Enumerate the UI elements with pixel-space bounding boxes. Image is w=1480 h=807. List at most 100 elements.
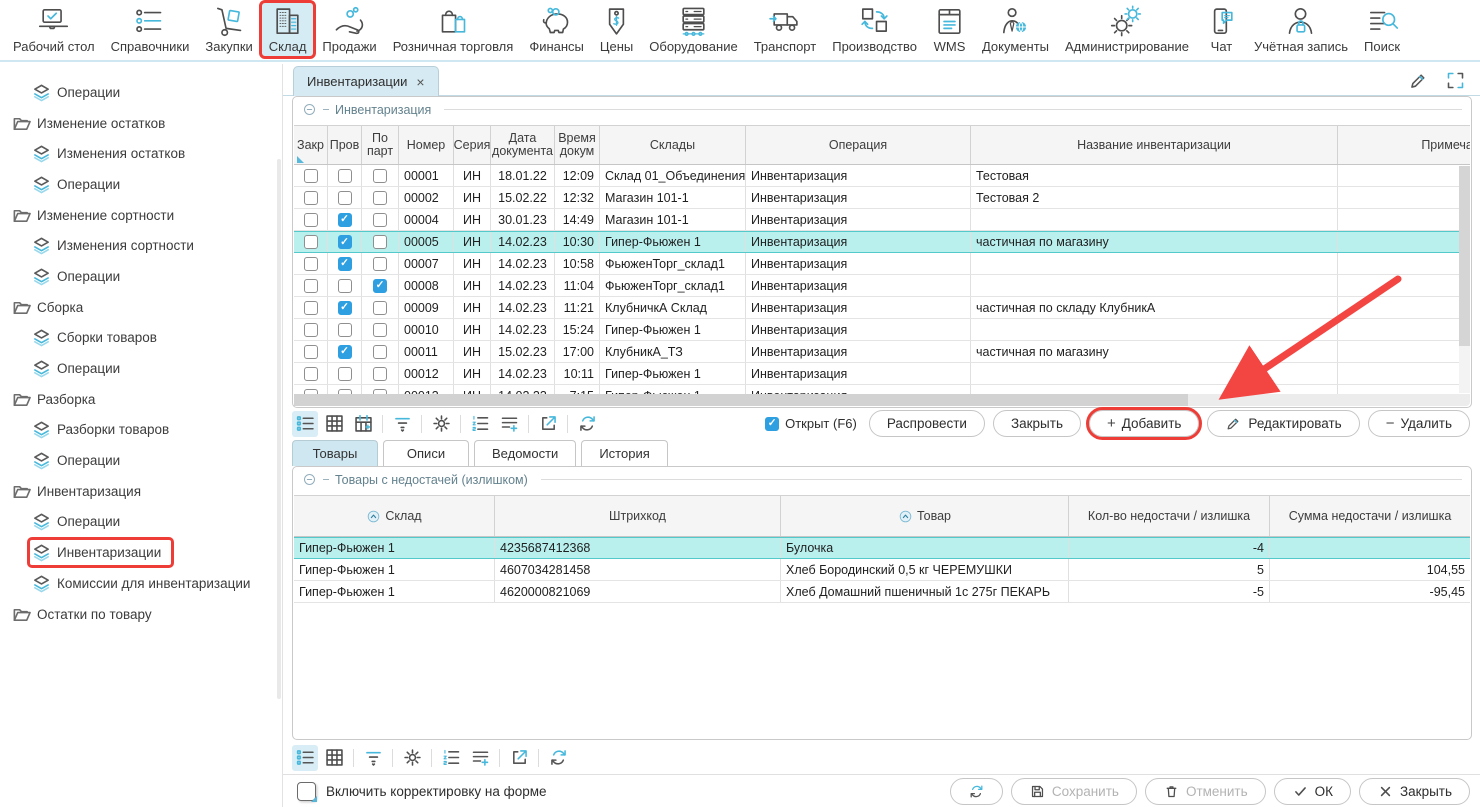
calendar-view-button[interactable] [350,411,376,437]
toolbar-item-sales[interactable]: Продажи [315,3,383,56]
toolbar-item-wms[interactable]: WMS [926,3,973,56]
sidebar-item[interactable]: Сборки товаров [0,323,282,354]
toolbar-item-prices[interactable]: Цены [593,3,640,56]
by-part-checkbox[interactable] [373,323,387,337]
sidebar-item[interactable]: Изменения сортности [0,230,282,261]
proved-checkbox[interactable] [338,279,352,293]
column-header[interactable]: Закр [294,126,328,164]
collapse-minus-icon[interactable] [302,102,317,117]
add-list-button[interactable] [467,745,493,771]
scrollbar-thumb[interactable] [1459,166,1470,346]
proved-checkbox[interactable] [338,169,352,183]
column-header[interactable]: Операция [746,126,971,164]
proved-checkbox[interactable] [338,235,352,249]
numbered-list-button[interactable] [467,411,493,437]
table-row[interactable]: 00012ИН14.02.2310:11Гипер-Фьюжен 1Инвент… [294,363,1470,385]
open-external-button[interactable] [535,411,561,437]
table-view-button[interactable] [321,411,347,437]
column-header[interactable]: Склады [600,126,746,164]
save-button[interactable]: Сохранить [1011,778,1137,805]
closed-checkbox[interactable] [304,301,318,315]
toolbar-item-warehouse[interactable]: Склад [262,3,314,56]
table-row[interactable]: 00013ИН14.02.237:15Гипер-Фьюжен 1Инвента… [294,385,1470,394]
table-row[interactable]: 00008ИН14.02.2311:04ФьюженТорг_склад1Инв… [294,275,1470,297]
column-header[interactable]: По парт [362,126,399,164]
sidebar-item[interactable]: Инвентаризации [0,537,282,568]
close-button[interactable]: Закрыть [1359,778,1470,805]
sidebar-item[interactable]: Операции [0,445,282,476]
tab-history[interactable]: История [581,440,667,466]
sidebar-item[interactable]: Разборка [0,384,282,415]
sidebar-item[interactable]: Разборки товаров [0,415,282,446]
by-part-checkbox[interactable] [373,257,387,271]
edit-button[interactable]: Редактировать [1207,410,1359,437]
proved-checkbox[interactable] [338,301,352,315]
adjust-checkbox[interactable] [297,782,316,801]
proved-checkbox[interactable] [338,323,352,337]
open-f6-checkbox-row[interactable]: Открыт (F6) [765,416,857,431]
by-part-checkbox[interactable] [373,279,387,293]
column-header[interactable]: Товар [781,496,1069,536]
sidebar-item[interactable]: Операции [0,77,282,108]
scrollbar-thumb[interactable] [294,394,1188,406]
toolbar-item-retail[interactable]: Розничная торговля [386,3,521,56]
cancel-button[interactable]: Отменить [1145,778,1266,805]
closed-checkbox[interactable] [304,345,318,359]
column-header[interactable]: Название инвентаризации [971,126,1338,164]
filter-button[interactable] [389,411,415,437]
proved-checkbox[interactable] [338,257,352,271]
collapse-minus-icon[interactable] [302,472,317,487]
table-row[interactable]: 00011ИН15.02.2317:00КлубникА_ТЗИнвентари… [294,341,1470,363]
table-row[interactable]: 00010ИН14.02.2315:24Гипер-Фьюжен 1Инвент… [294,319,1470,341]
unpost-button[interactable]: Распровести [869,410,985,437]
table-row[interactable]: 00009ИН14.02.2311:21КлубничкА СкладИнвен… [294,297,1470,319]
list-view-button[interactable] [292,745,318,771]
toolbar-item-equipment[interactable]: Оборудование [642,3,744,56]
settings-gear-button[interactable] [428,411,454,437]
ok-button[interactable]: ОК [1274,778,1351,805]
close-document-button[interactable]: Закрыть [993,410,1081,437]
table-row[interactable]: Гипер-Фьюжен 14235687412368Булочка-4 [294,537,1470,559]
toolbar-item-production[interactable]: Производство [825,3,924,56]
sidebar-item[interactable]: Изменение остатков [0,108,282,139]
toolbar-item-purchases[interactable]: Закупки [198,3,259,56]
column-header[interactable]: Серия [454,126,491,164]
closed-checkbox[interactable] [304,257,318,271]
toolbar-item-desktop[interactable]: Рабочий стол [6,3,102,56]
by-part-checkbox[interactable] [373,169,387,183]
sidebar-item[interactable]: Операции [0,169,282,200]
proved-checkbox[interactable] [338,191,352,205]
adjust-checkbox-row[interactable]: Включить корректировку на форме [297,782,547,801]
column-header[interactable]: Примечание [1338,126,1470,164]
by-part-checkbox[interactable] [373,191,387,205]
add-button[interactable]: +Добавить [1089,410,1199,437]
tab-close-icon[interactable]: × [416,74,424,90]
numbered-list-button[interactable] [438,745,464,771]
toolbar-item-catalog[interactable]: Справочники [104,3,197,56]
toolbar-item-administration[interactable]: Администрирование [1058,3,1196,56]
sidebar-item[interactable]: Остатки по товару [0,599,282,630]
proved-checkbox[interactable] [338,345,352,359]
table-row[interactable]: 00001ИН18.01.2212:09Склад 01_Объединения… [294,165,1470,187]
column-header[interactable]: Пров [328,126,362,164]
settings-gear-button[interactable] [399,745,425,771]
toolbar-item-transport[interactable]: Транспорт [747,3,824,56]
toolbar-item-documents[interactable]: Документы [975,3,1056,56]
open-f6-checkbox[interactable] [765,417,779,431]
proved-checkbox[interactable] [338,213,352,227]
closed-checkbox[interactable] [304,323,318,337]
list-view-button[interactable] [292,411,318,437]
closed-checkbox[interactable] [304,367,318,381]
refresh-button[interactable] [545,745,571,771]
column-header[interactable]: Номер [399,126,454,164]
by-part-checkbox[interactable] [373,367,387,381]
refresh-button[interactable] [574,411,600,437]
closed-checkbox[interactable] [304,169,318,183]
sidebar-item[interactable]: Сборка [0,292,282,323]
table-row[interactable]: 00002ИН15.02.2212:32Магазин 101-1Инвента… [294,187,1470,209]
column-header[interactable]: Сумма недостачи / излишка [1270,496,1470,536]
horizontal-scrollbar[interactable] [294,394,1470,406]
sidebar-item[interactable]: Комиссии для инвентаризации [0,568,282,599]
sidebar-scrollbar[interactable] [277,159,281,699]
by-part-checkbox[interactable] [373,301,387,315]
